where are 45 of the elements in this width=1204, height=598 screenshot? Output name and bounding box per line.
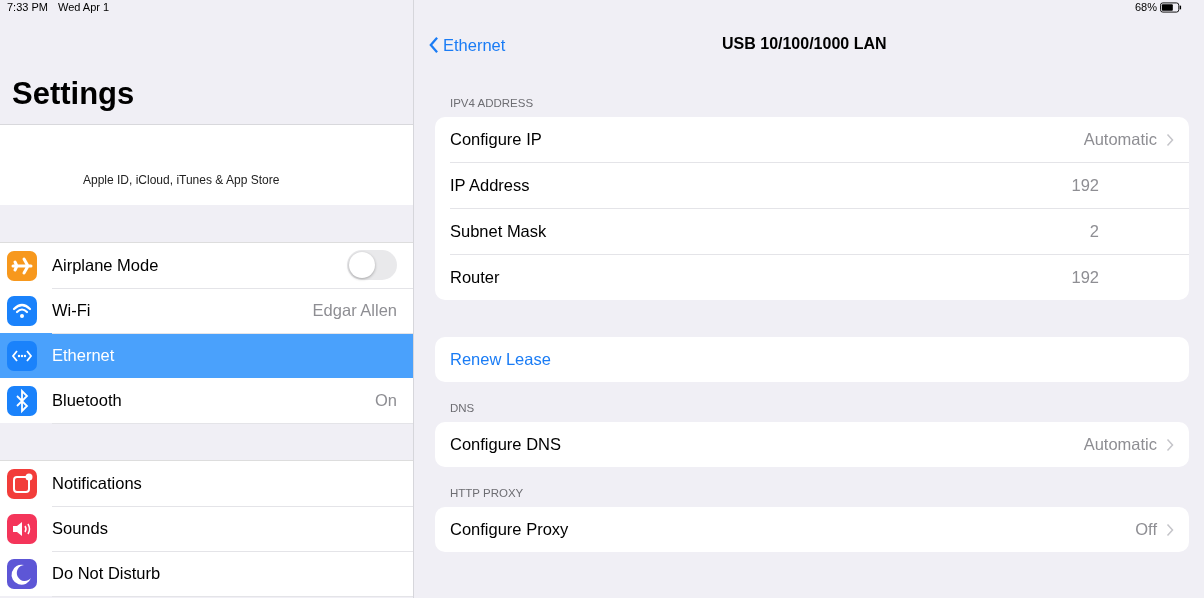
item-label: Bluetooth (52, 390, 122, 410)
renew-link[interactable]: Renew Lease (450, 350, 551, 369)
sidebar-item[interactable]: Notifications (0, 461, 413, 506)
row-label: Configure Proxy (450, 520, 569, 539)
sidebar-item[interactable]: Sounds (0, 506, 413, 551)
item-label: Ethernet (52, 345, 115, 365)
item-label: Notifications (52, 473, 142, 493)
sidebar-item[interactable]: Airplane Mode (0, 243, 413, 288)
back-chevron-icon (428, 36, 439, 54)
row-value: 2 (1089, 222, 1099, 241)
item-label: Wi-Fi (52, 300, 91, 320)
row-label: Configure IP (450, 130, 542, 149)
chevron-icon (1166, 522, 1174, 537)
status-date: Wed Apr 1 (57, 1, 110, 13)
battery-icon (1160, 1, 1182, 13)
section-header: HTTP PROXY (449, 486, 525, 501)
sidebar-item[interactable]: Do Not Disturb (0, 551, 413, 596)
item-label: Sounds (52, 518, 108, 538)
row-value: Automatic (1083, 435, 1157, 454)
status-time: 7:33 PM (7, 1, 48, 13)
back-button[interactable]: Ethernet (428, 35, 506, 55)
nav-title: USB 10/100/1000 LAN (722, 35, 887, 53)
row-value: 192 (1071, 176, 1099, 195)
profile-caption: Apple ID, iCloud, iTunes & App Store (83, 173, 280, 187)
row-value: Automatic (1083, 130, 1157, 149)
chevron-icon (1166, 132, 1174, 147)
item-label: Airplane Mode (52, 255, 159, 275)
item-label: Do Not Disturb (52, 563, 161, 583)
battery-level: 68% (1134, 1, 1157, 13)
item-value: On (375, 390, 397, 410)
row-label: Configure DNS (450, 435, 561, 454)
item-value: Edgar Allen (312, 300, 397, 320)
row-label: IP Address (450, 176, 530, 195)
sidebar-item[interactable]: Wi-Fi Edgar Allen (0, 288, 413, 333)
row-label: Router (450, 268, 500, 287)
section-header: DNS (449, 401, 476, 416)
page-title: Settings (11, 75, 136, 113)
row-label: Subnet Mask (450, 222, 547, 241)
sidebar-item[interactable]: Bluetooth On (0, 378, 413, 423)
section-header: IPV4 ADDRESS (449, 96, 535, 111)
row-value: 192 (1071, 268, 1099, 287)
toggle-switch[interactable] (347, 250, 397, 280)
profile-card[interactable]: Apple ID, iCloud, iTunes & App Store (0, 124, 413, 205)
chevron-icon (1166, 437, 1174, 452)
row-value: Off (1135, 520, 1157, 539)
